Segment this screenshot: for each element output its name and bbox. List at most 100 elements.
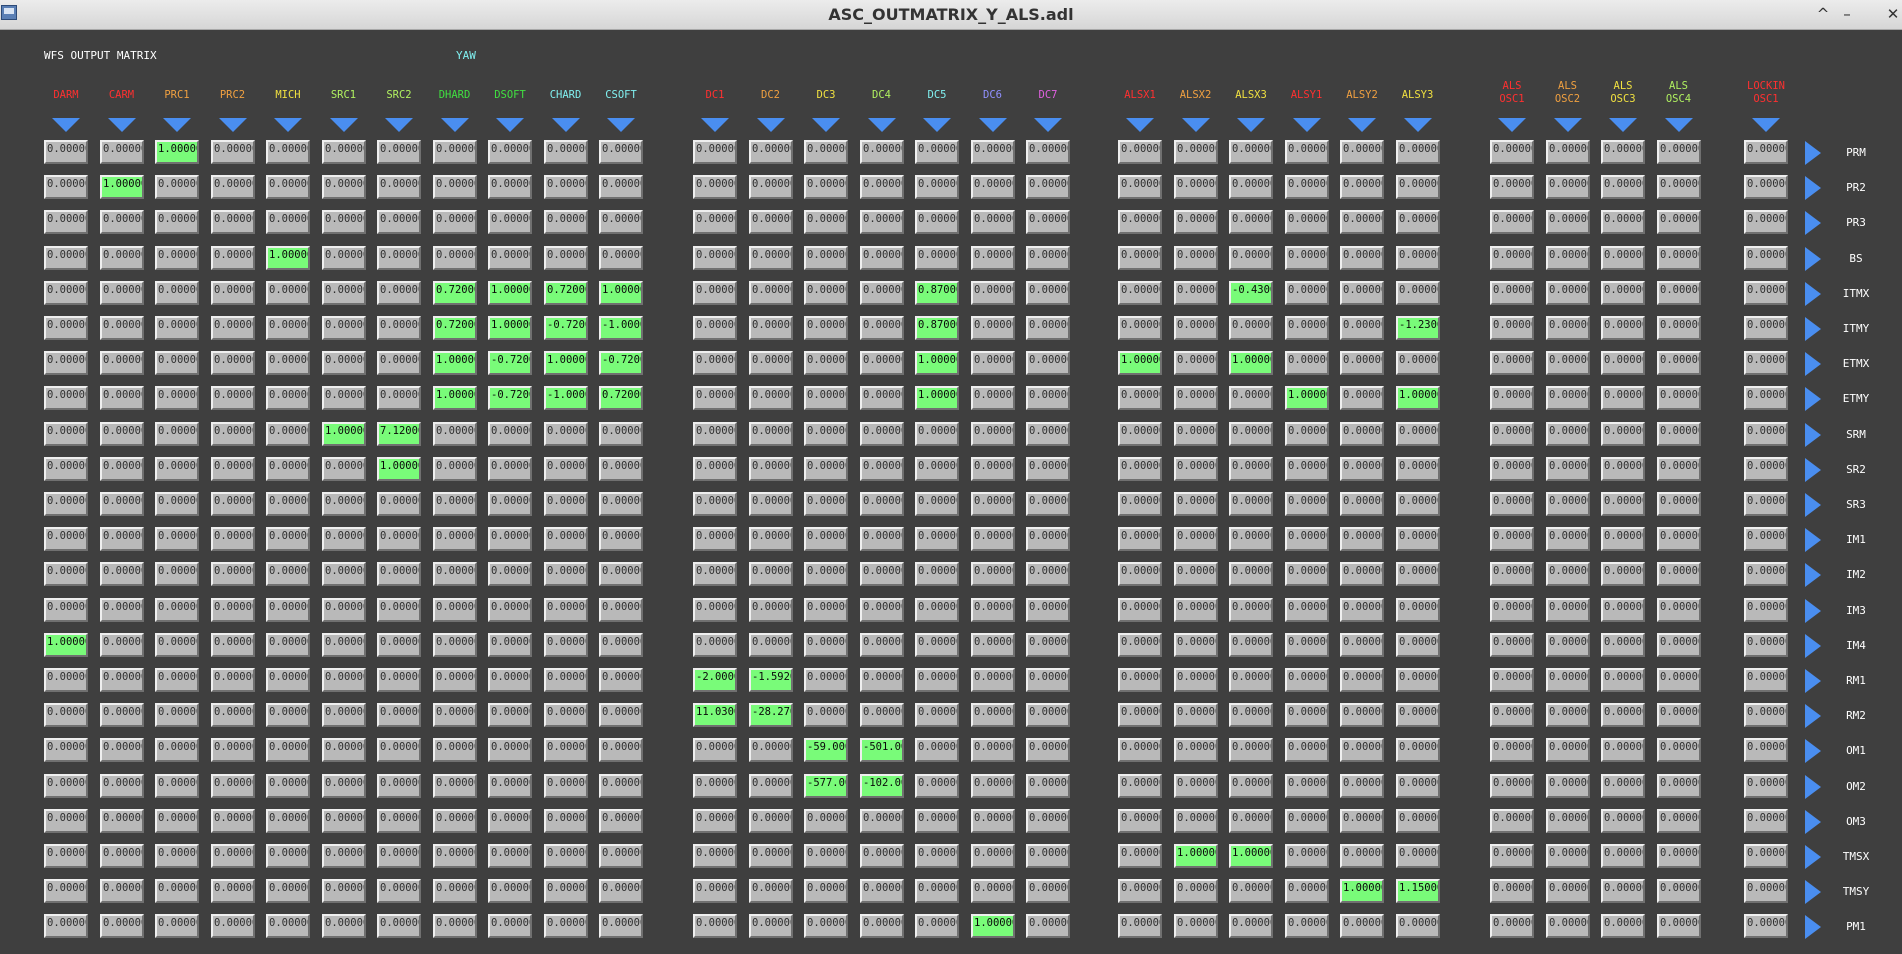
matrix-cell[interactable]: 0.00000	[433, 492, 477, 516]
row-menu-arrow-icon[interactable]	[1805, 282, 1821, 306]
matrix-cell[interactable]: 0.00000	[1285, 774, 1329, 798]
matrix-cell[interactable]: 0.00000	[1285, 246, 1329, 270]
matrix-cell[interactable]: 0.00000	[1744, 738, 1788, 762]
matrix-cell[interactable]: 0.00000	[1340, 422, 1384, 446]
matrix-cell[interactable]: 0.00000	[1285, 457, 1329, 481]
matrix-cell[interactable]: 0.00000	[433, 598, 477, 622]
matrix-cell[interactable]: 0.00000	[155, 844, 199, 868]
matrix-cell[interactable]: 0.00000	[377, 175, 421, 199]
matrix-cell[interactable]: 0.00000	[1340, 809, 1384, 833]
matrix-cell[interactable]: 0.00000	[1657, 703, 1701, 727]
matrix-cell[interactable]: 0.00000	[1657, 774, 1701, 798]
column-menu-arrow-icon[interactable]	[756, 118, 785, 132]
matrix-cell[interactable]: 0.00000	[1744, 422, 1788, 446]
matrix-cell[interactable]: 0.00000	[1174, 527, 1218, 551]
matrix-cell[interactable]: 0.00000	[915, 492, 959, 516]
matrix-cell[interactable]: 0.00000	[599, 633, 643, 657]
matrix-cell[interactable]: 0.00000	[1546, 386, 1590, 410]
matrix-cell[interactable]: 0.00000	[155, 703, 199, 727]
column-menu-arrow-icon[interactable]	[607, 118, 635, 132]
matrix-cell[interactable]: 0.00000	[155, 809, 199, 833]
matrix-cell[interactable]: 1.00000	[44, 633, 88, 657]
matrix-cell[interactable]: 0.00000	[915, 246, 959, 270]
matrix-cell[interactable]: 0.00000	[599, 246, 643, 270]
matrix-cell[interactable]: 0.00000	[1744, 316, 1788, 340]
matrix-cell[interactable]: 0.00000	[1229, 668, 1273, 692]
matrix-cell[interactable]: 0.00000	[915, 809, 959, 833]
matrix-cell[interactable]: 0.00000	[1396, 281, 1440, 305]
matrix-cell[interactable]: 0.00000	[1026, 246, 1070, 270]
matrix-cell[interactable]: 0.00000	[44, 703, 88, 727]
matrix-cell[interactable]: 0.00000	[1174, 351, 1218, 375]
matrix-cell[interactable]: 0.00000	[211, 914, 255, 938]
matrix-cell[interactable]: 0.00000	[1546, 175, 1590, 199]
matrix-cell[interactable]: 0.00000	[1026, 316, 1070, 340]
matrix-cell[interactable]: 0.00000	[804, 316, 848, 340]
matrix-cell[interactable]: 0.00000	[544, 562, 588, 586]
matrix-cell[interactable]: 0.00000	[433, 633, 477, 657]
matrix-cell[interactable]: 0.00000	[599, 527, 643, 551]
matrix-cell[interactable]: 0.00000	[971, 668, 1015, 692]
matrix-cell[interactable]: 0.00000	[971, 492, 1015, 516]
matrix-cell[interactable]: 0.00000	[749, 844, 793, 868]
matrix-cell[interactable]: 0.00000	[377, 844, 421, 868]
matrix-cell[interactable]: 0.00000	[377, 386, 421, 410]
matrix-cell[interactable]: 0.00000	[1118, 457, 1162, 481]
matrix-cell[interactable]: 0.00000	[544, 809, 588, 833]
matrix-cell[interactable]: 0.00000	[488, 246, 532, 270]
matrix-cell[interactable]: 0.00000	[322, 809, 366, 833]
matrix-cell[interactable]: 0.00000	[1601, 527, 1645, 551]
column-menu-arrow-icon[interactable]	[496, 118, 524, 132]
matrix-cell[interactable]: 0.00000	[1340, 492, 1384, 516]
matrix-cell[interactable]: 1.00000	[915, 351, 959, 375]
matrix-cell[interactable]: 0.00000	[211, 246, 255, 270]
minimize-button[interactable]: –	[1838, 5, 1856, 23]
matrix-cell[interactable]: 0.00000	[1174, 386, 1218, 410]
matrix-cell[interactable]: 0.00000	[433, 703, 477, 727]
matrix-cell[interactable]: 0.00000	[1490, 422, 1534, 446]
matrix-cell[interactable]: 0.00000	[1174, 879, 1218, 903]
matrix-cell[interactable]: 0.00000	[44, 210, 88, 234]
row-menu-arrow-icon[interactable]	[1805, 493, 1821, 517]
matrix-cell[interactable]: 0.00000	[749, 774, 793, 798]
matrix-cell[interactable]: 0.00000	[971, 844, 1015, 868]
matrix-cell[interactable]: 0.00000	[100, 562, 144, 586]
matrix-cell[interactable]: 0.00000	[1285, 809, 1329, 833]
column-menu-arrow-icon[interactable]	[1553, 118, 1582, 132]
matrix-cell[interactable]: 0.00000	[1174, 316, 1218, 340]
matrix-cell[interactable]: 0.00000	[1340, 351, 1384, 375]
matrix-cell[interactable]: 0.00000	[915, 598, 959, 622]
matrix-cell[interactable]: 0.00000	[749, 210, 793, 234]
matrix-cell[interactable]: 0.00000	[1546, 246, 1590, 270]
matrix-cell[interactable]: 1.00000	[1340, 879, 1384, 903]
matrix-cell[interactable]: 0.00000	[1396, 562, 1440, 586]
matrix-cell[interactable]: 0.00000	[1285, 351, 1329, 375]
matrix-cell[interactable]: 0.00000	[1744, 774, 1788, 798]
matrix-cell[interactable]: 0.00000	[1229, 316, 1273, 340]
column-menu-arrow-icon[interactable]	[551, 118, 580, 132]
matrix-cell[interactable]: 0.00000	[266, 422, 310, 446]
matrix-cell[interactable]: 0.00000	[1340, 140, 1384, 164]
matrix-cell[interactable]: 0.00000	[804, 140, 848, 164]
matrix-cell[interactable]: 0.00000	[1026, 598, 1070, 622]
matrix-cell[interactable]: 0.00000	[1396, 914, 1440, 938]
matrix-cell[interactable]: 0.00000	[211, 351, 255, 375]
matrix-cell[interactable]: 0.00000	[433, 738, 477, 762]
matrix-cell[interactable]: 0.00000	[1601, 914, 1645, 938]
matrix-cell[interactable]: 0.00000	[322, 351, 366, 375]
matrix-cell[interactable]: 0.00000	[1174, 457, 1218, 481]
matrix-cell[interactable]: 0.00000	[749, 738, 793, 762]
matrix-cell[interactable]: 0.00000	[1118, 281, 1162, 305]
matrix-cell[interactable]: -0.72000	[599, 351, 643, 375]
matrix-cell[interactable]: 0.00000	[1285, 633, 1329, 657]
matrix-cell[interactable]: 0.00000	[544, 210, 588, 234]
matrix-cell[interactable]: 0.00000	[1118, 774, 1162, 798]
matrix-cell[interactable]: 0.00000	[211, 281, 255, 305]
matrix-cell[interactable]: 0.00000	[749, 281, 793, 305]
matrix-cell[interactable]: 0.00000	[804, 422, 848, 446]
matrix-cell[interactable]: 0.00000	[749, 562, 793, 586]
matrix-cell[interactable]: 0.00000	[1490, 914, 1534, 938]
matrix-cell[interactable]: 0.00000	[1744, 562, 1788, 586]
matrix-cell[interactable]: 0.00000	[1340, 598, 1384, 622]
matrix-cell[interactable]: 0.00000	[44, 140, 88, 164]
